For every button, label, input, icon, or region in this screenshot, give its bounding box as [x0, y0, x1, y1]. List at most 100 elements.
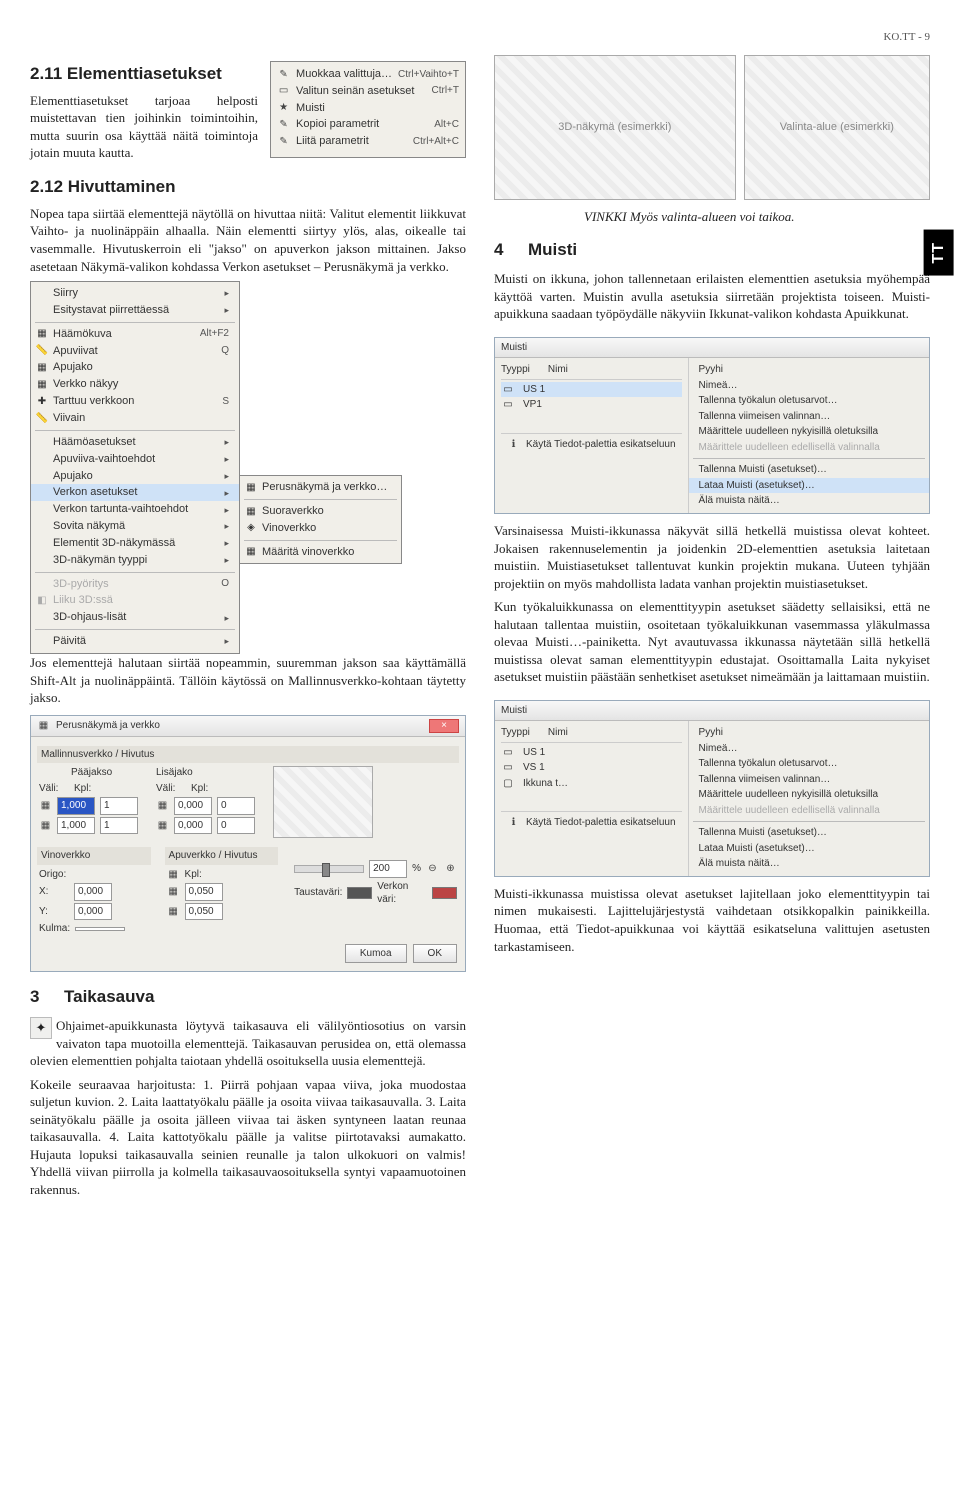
menu-item[interactable]: ✚Tarttuu verkkoonS	[31, 393, 239, 410]
muisti-name: VS 1	[523, 761, 545, 775]
muisti-menu-item[interactable]: Tallenna Muisti (asetukset)…	[689, 462, 929, 478]
input-kulma[interactable]	[75, 927, 125, 931]
input-kpl-y[interactable]: 1	[100, 817, 138, 835]
menu-icon: ▦	[35, 327, 49, 341]
left-column: 2.11 Elementtiasetukset Elementtiasetuks…	[30, 55, 466, 1205]
submenu-item[interactable]: ▦Perusnäkymä ja verkko…	[240, 479, 401, 496]
para-3-2: Kokeile seuraavaa harjoitusta: 1. Piirrä…	[30, 1076, 466, 1199]
muisti-name: VP1	[523, 398, 542, 412]
muisti-menu-item[interactable]: Nimeä…	[689, 378, 929, 394]
submenu-item[interactable]: ▦Suoraverkko	[240, 503, 401, 520]
zoom-slider[interactable]	[294, 865, 364, 873]
input-lisakpl-y[interactable]: 0	[217, 817, 255, 835]
menu-item[interactable]: Päivitä▸	[31, 633, 239, 650]
muisti-menu-item[interactable]: Tallenna työkalun oletusarvot…	[689, 756, 929, 772]
muisti-row[interactable]: ▢Ikkuna t…	[501, 776, 682, 792]
cancel-button[interactable]: Kumoa	[345, 944, 407, 964]
menu-item[interactable]: 3D-ohjaus-lisät▸	[31, 609, 239, 626]
input-apu-y[interactable]: 0,050	[185, 903, 223, 921]
menu-item[interactable]: 📏Viivain	[31, 410, 239, 427]
menu-item[interactable]: Siirry▸	[31, 285, 239, 302]
menu-icon: ◧	[35, 594, 49, 608]
muisti-menu-item: Määrittele uudelleen edellisellä valinna…	[689, 440, 929, 456]
shortcut: Q	[205, 344, 229, 358]
shortcut: Ctrl+T	[432, 84, 460, 98]
menu-label: Apujako	[53, 360, 93, 375]
muisti-menu-item[interactable]: Tallenna viimeisen valinnan…	[689, 772, 929, 788]
menu-item[interactable]: 📏ApuviivatQ	[31, 343, 239, 360]
col-header[interactable]: Tyyppi	[501, 726, 530, 740]
muisti-menu-item[interactable]: Tallenna työkalun oletusarvot…	[689, 393, 929, 409]
submenu-item[interactable]: ◈Vinoverkko	[240, 520, 401, 537]
menu-icon: ◈	[244, 521, 258, 535]
ctx-item[interactable]: ✎Liitä parametritCtrl+Alt+C	[277, 133, 459, 150]
ctx-item[interactable]: ✎Muokkaa valittuja…Ctrl+Vaihto+T	[277, 66, 459, 83]
menu-item[interactable]: Apujako▸	[31, 468, 239, 485]
type-icon: ▭	[501, 746, 515, 760]
zoom-out-icon[interactable]: ⊖	[426, 862, 439, 875]
menu-item[interactable]: ▦HäämökuvaAlt+F2	[31, 326, 239, 343]
muisti-dialog-1: Muisti TyyppiNimi ▭US 1▭VP1 ℹ Käytä Tied…	[494, 337, 930, 514]
pencil-icon: ✎	[277, 68, 290, 81]
menu-item[interactable]: Sovita näkymä▸	[31, 518, 239, 535]
input-origo-x[interactable]: 0,000	[74, 883, 112, 901]
menu-label: Apujako	[53, 469, 93, 484]
menu-label: Verkon tartunta-vaihtoehdot	[53, 502, 188, 517]
col-header[interactable]: Tyyppi	[501, 363, 530, 377]
col-header[interactable]: Nimi	[548, 363, 568, 377]
zoom-in-icon[interactable]: ⊕	[444, 862, 457, 875]
muisti-menu-item[interactable]: Lataa Muisti (asetukset)…	[689, 478, 929, 494]
menu-item[interactable]: Apuviiva-vaihtoehdot▸	[31, 451, 239, 468]
muisti-row[interactable]: ▭VS 1	[501, 760, 682, 776]
muisti-menu-item[interactable]: Lataa Muisti (asetukset)…	[689, 841, 929, 857]
muisti-menu-item[interactable]: Määrittele uudelleen nykyisillä oletuksi…	[689, 424, 929, 440]
ctx-item[interactable]: ✎Kopioi parametritAlt+C	[277, 116, 459, 133]
panel-label: Apuverkko / Hivutus	[165, 847, 279, 865]
panel-label: Mallinnusverkko / Hivutus	[37, 746, 459, 764]
menu-item[interactable]: ▦Verkko näkyy	[31, 376, 239, 393]
para-shift-alt: Jos elementtejä halutaan siirtää nopeamm…	[30, 654, 466, 707]
col-header[interactable]: Nimi	[548, 726, 568, 740]
submenu-arrow-icon: ▸	[214, 537, 229, 549]
muisti-row[interactable]: ▭VP1	[501, 397, 682, 413]
menu-item[interactable]: Verkon tartunta-vaihtoehdot▸	[31, 501, 239, 518]
zoom-value[interactable]: 200	[369, 860, 407, 878]
muisti-menu-item[interactable]: Älä muista näitä…	[689, 493, 929, 509]
ctx-item[interactable]: ▭Valitun seinän asetuksetCtrl+T	[277, 83, 459, 100]
input-kpl-x[interactable]: 1	[100, 797, 138, 815]
bg-color-swatch[interactable]	[347, 887, 372, 899]
muisti-menu-item[interactable]: Älä muista näitä…	[689, 856, 929, 872]
input-lisavali-x[interactable]: 0,000	[174, 797, 212, 815]
menu-item[interactable]: Verkon asetukset▸	[31, 484, 239, 501]
menu-item[interactable]: Häämöasetukset▸	[31, 434, 239, 451]
input-vali-y[interactable]: 1,000	[57, 817, 95, 835]
submenu-item[interactable]: ▦Määritä vinoverkko	[240, 544, 401, 561]
muisti-menu-item[interactable]: Pyyhi	[689, 362, 929, 378]
input-vali-x[interactable]: 1,000	[57, 797, 95, 815]
field-label: Kulma:	[39, 922, 70, 936]
menu-item[interactable]: Elementit 3D-näkymässä▸	[31, 535, 239, 552]
muisti-menu-item[interactable]: Tallenna viimeisen valinnan…	[689, 409, 929, 425]
field-label: Origo:	[39, 868, 66, 882]
muisti-menu-item[interactable]: Pyyhi	[689, 725, 929, 741]
input-apu-x[interactable]: 0,050	[185, 883, 223, 901]
menu-item[interactable]: ▦Apujako	[31, 359, 239, 376]
grid-color-swatch[interactable]	[432, 887, 457, 899]
input-lisakpl-x[interactable]: 0	[217, 797, 255, 815]
menu-item[interactable]: Esitystavat piirrettäessä▸	[31, 302, 239, 319]
menu-item[interactable]: 3D-näkymän tyyppi▸	[31, 552, 239, 569]
muisti-menu-item[interactable]: Määrittele uudelleen nykyisillä oletuksi…	[689, 787, 929, 803]
ctx-item[interactable]: ★Muisti	[277, 100, 459, 117]
col-header: Lisäjako	[156, 767, 193, 778]
muisti-row[interactable]: ▭US 1	[501, 382, 682, 398]
ok-button[interactable]: OK	[413, 944, 457, 964]
input-lisavali-y[interactable]: 0,000	[174, 817, 212, 835]
input-origo-y[interactable]: 0,000	[74, 903, 112, 921]
muisti-menu-item[interactable]: Nimeä…	[689, 741, 929, 757]
close-icon[interactable]: ×	[429, 719, 459, 733]
muisti-row[interactable]: ▭US 1	[501, 745, 682, 761]
side-tab: TT	[924, 230, 954, 276]
muisti-menu-item[interactable]: Tallenna Muisti (asetukset)…	[689, 825, 929, 841]
grid-icon: ▦	[37, 719, 50, 732]
col-header: Pääjakso	[71, 766, 112, 780]
